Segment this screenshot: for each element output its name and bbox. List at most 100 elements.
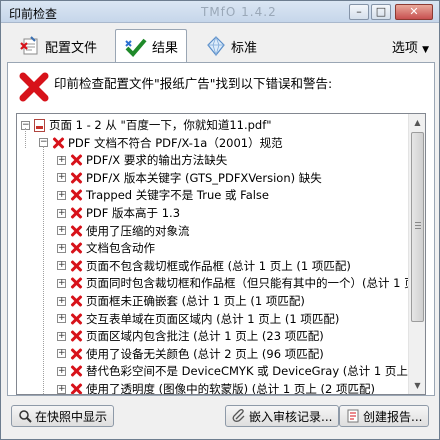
results-header: 印前检查配置文件"报纸广告"找到以下错误和警告: bbox=[16, 69, 426, 109]
tree-row[interactable]: + 页面不包含裁切框或作品框 (总计 1 页上 (1 项匹配) bbox=[57, 257, 351, 275]
scroll-thumb[interactable] bbox=[411, 132, 424, 322]
options-menu[interactable]: 选项 ▼ bbox=[392, 37, 429, 56]
pdf-file-icon bbox=[34, 118, 45, 132]
tree-row-label: 页面区域内包含批注 (总计 1 页上 (23 项匹配) bbox=[86, 329, 324, 344]
error-x-icon bbox=[70, 260, 82, 272]
tab-results[interactable]: 结果 bbox=[115, 29, 188, 63]
diamond-icon bbox=[207, 35, 225, 57]
scroll-up-arrow-icon[interactable]: ▲ bbox=[409, 114, 425, 131]
expand-icon[interactable]: + bbox=[57, 226, 66, 236]
magnifier-icon bbox=[19, 410, 32, 423]
window-title: 印前检查 bbox=[9, 7, 58, 21]
tree-row-label: PDF/X 要求的输出方法缺失 bbox=[86, 153, 228, 168]
tree-row[interactable]: + 页面同时包含裁切框和作品框（但只能有其中的一个）(总计 1 页 bbox=[57, 274, 409, 292]
tree-row[interactable]: + Trapped 关键字不是 True 或 False bbox=[57, 186, 269, 204]
error-x-icon bbox=[70, 313, 82, 325]
error-x-icon bbox=[70, 172, 82, 184]
tree-row-label: 页面不包含裁切框或作品框 (总计 1 页上 (1 项匹配) bbox=[86, 258, 351, 273]
error-x-icon bbox=[70, 277, 82, 289]
scroll-down-arrow-icon[interactable]: ▼ bbox=[409, 377, 425, 394]
tree-row-label: 交互表单域在页面区域内 (总计 1 页上 (1 项匹配) bbox=[86, 311, 340, 326]
expand-icon[interactable]: + bbox=[57, 190, 66, 200]
create-report-button[interactable]: 创建报告... bbox=[339, 405, 430, 427]
tab-profiles-label: 配置文件 bbox=[45, 40, 98, 56]
background-title: TMfO 1.4.2 bbox=[201, 5, 277, 19]
tree-row[interactable]: − 页面 1 - 2 从 "百度一下，你就知道11.pdf" bbox=[21, 116, 272, 134]
tree-row-label: PDF 文档不符合 PDF/X-1a（2001）规范 bbox=[68, 135, 283, 150]
error-x-icon bbox=[70, 154, 82, 166]
tree-row-label: Trapped 关键字不是 True 或 False bbox=[86, 188, 269, 203]
maximize-button[interactable]: □ bbox=[371, 4, 391, 20]
error-x-icon bbox=[70, 330, 82, 342]
tree-row[interactable]: + 页面框未正确嵌套 (总计 1 页上 (1 项匹配) bbox=[57, 292, 305, 310]
results-panel: 印前检查配置文件"报纸广告"找到以下错误和警告: − 页面 1 - 2 从 "百度… bbox=[7, 62, 435, 396]
tree-connector-line bbox=[25, 128, 26, 148]
close-button[interactable]: ✕ bbox=[395, 4, 433, 20]
tree-row[interactable]: + PDF 版本高于 1.3 bbox=[57, 204, 180, 222]
checkmark-icon bbox=[125, 38, 147, 57]
show-in-snapshot-button[interactable]: 在快照中显示 bbox=[11, 405, 115, 427]
embed-audit-trail-label: 嵌入审核记录... bbox=[249, 409, 333, 424]
expand-icon[interactable]: + bbox=[57, 155, 66, 165]
tree-content: − 页面 1 - 2 从 "百度一下，你就知道11.pdf" − PDF 文档不符合 … bbox=[17, 114, 409, 394]
error-x-icon bbox=[70, 225, 82, 237]
error-x-icon bbox=[70, 242, 82, 254]
tree-row[interactable]: + 文档包含动作 bbox=[57, 239, 155, 257]
error-x-icon bbox=[70, 383, 82, 394]
error-x-icon bbox=[70, 348, 82, 360]
minimize-button[interactable]: – bbox=[349, 4, 369, 20]
tree-row[interactable]: + PDF/X 版本关键字 (GTS_PDFXVersion) 缺失 bbox=[57, 169, 322, 187]
tree-row[interactable]: + 替代色彩空间不是 DeviceCMYK 或 DeviceGray (总计 1 … bbox=[57, 362, 409, 380]
tree-row-label: 使用了透明度 (图像中的软蒙版) (总计 1 页上 (2 项匹配) bbox=[86, 382, 375, 394]
error-x-icon bbox=[70, 207, 82, 219]
error-x-icon bbox=[70, 365, 82, 377]
tree-connector-line bbox=[43, 146, 44, 394]
tab-profiles[interactable]: 配置文件 bbox=[11, 31, 105, 61]
expand-icon[interactable]: + bbox=[57, 243, 66, 253]
tree-row[interactable]: + 使用了压缩的对象流 bbox=[57, 222, 190, 240]
profile-icon bbox=[20, 36, 38, 55]
tree-row-label: 文档包含动作 bbox=[86, 241, 155, 256]
tab-standards-label: 标准 bbox=[231, 40, 258, 56]
error-x-icon bbox=[52, 137, 64, 149]
tree-row[interactable]: + 交互表单域在页面区域内 (总计 1 页上 (1 项匹配) bbox=[57, 310, 339, 328]
embed-audit-trail-button[interactable]: 嵌入审核记录... bbox=[225, 405, 340, 427]
vertical-scrollbar[interactable]: ▲ ▼ bbox=[408, 114, 425, 394]
options-label: 选项 bbox=[391, 41, 418, 56]
expand-icon[interactable]: + bbox=[57, 331, 66, 341]
tree-row-label: 页面同时包含裁切框和作品框（但只能有其中的一个）(总计 1 页 bbox=[86, 276, 409, 291]
expand-icon[interactable]: + bbox=[57, 314, 66, 324]
tree-row[interactable]: + PDF/X 要求的输出方法缺失 bbox=[57, 151, 227, 169]
expand-icon[interactable]: + bbox=[57, 366, 66, 376]
tree-row-label: 页面框未正确嵌套 (总计 1 页上 (1 项匹配) bbox=[86, 294, 305, 308]
expand-icon[interactable]: + bbox=[57, 278, 66, 288]
expand-icon[interactable]: + bbox=[57, 296, 66, 306]
results-tree[interactable]: − 页面 1 - 2 从 "百度一下，你就知道11.pdf" − PDF 文档不符合 … bbox=[16, 113, 426, 395]
expand-icon[interactable]: + bbox=[57, 261, 66, 271]
title-bar: 印前检查 TMfO 1.4.2 – □ ✕ bbox=[1, 1, 439, 23]
tree-row[interactable]: + 使用了透明度 (图像中的软蒙版) (总计 1 页上 (2 项匹配) bbox=[57, 380, 375, 394]
tree-row[interactable]: + 页面区域内包含批注 (总计 1 页上 (23 项匹配) bbox=[57, 327, 324, 345]
tree-row-label: PDF/X 版本关键字 (GTS_PDFXVersion) 缺失 bbox=[86, 170, 322, 185]
error-x-icon bbox=[70, 295, 82, 307]
bottom-bar: 在快照中显示 嵌入审核记录... 创建报告... bbox=[1, 399, 439, 439]
tree-row-label: PDF 版本高于 1.3 bbox=[86, 206, 181, 220]
expand-icon[interactable]: + bbox=[57, 173, 66, 183]
expand-icon[interactable]: + bbox=[57, 208, 66, 218]
expand-icon[interactable]: + bbox=[57, 384, 66, 394]
report-icon bbox=[347, 409, 359, 423]
show-in-snapshot-label: 在快照中显示 bbox=[35, 409, 108, 424]
tree-row[interactable]: + 使用了设备无关颜色 (总计 2 页上 (96 项匹配) bbox=[57, 345, 324, 363]
tab-bar: 配置文件 结果 标准 选项 ▼ bbox=[7, 29, 435, 63]
expand-icon[interactable]: + bbox=[57, 349, 66, 359]
error-x-icon bbox=[70, 189, 82, 201]
tab-results-label: 结果 bbox=[152, 41, 179, 56]
paperclip-icon bbox=[232, 409, 245, 422]
tree-row[interactable]: − PDF 文档不符合 PDF/X-1a（2001）规范 bbox=[39, 134, 283, 152]
tree-row-label: 使用了压缩的对象流 bbox=[86, 223, 190, 238]
error-icon bbox=[19, 72, 49, 102]
create-report-label: 创建报告... bbox=[363, 409, 423, 424]
preflight-window: 印前检查 TMfO 1.4.2 – □ ✕ 配置文件 结果 标准 选项 ▼ 印前… bbox=[0, 0, 440, 440]
tab-standards[interactable]: 标准 bbox=[197, 31, 265, 61]
tree-row-label: 使用了设备无关颜色 (总计 2 页上 (96 项匹配) bbox=[86, 346, 324, 361]
